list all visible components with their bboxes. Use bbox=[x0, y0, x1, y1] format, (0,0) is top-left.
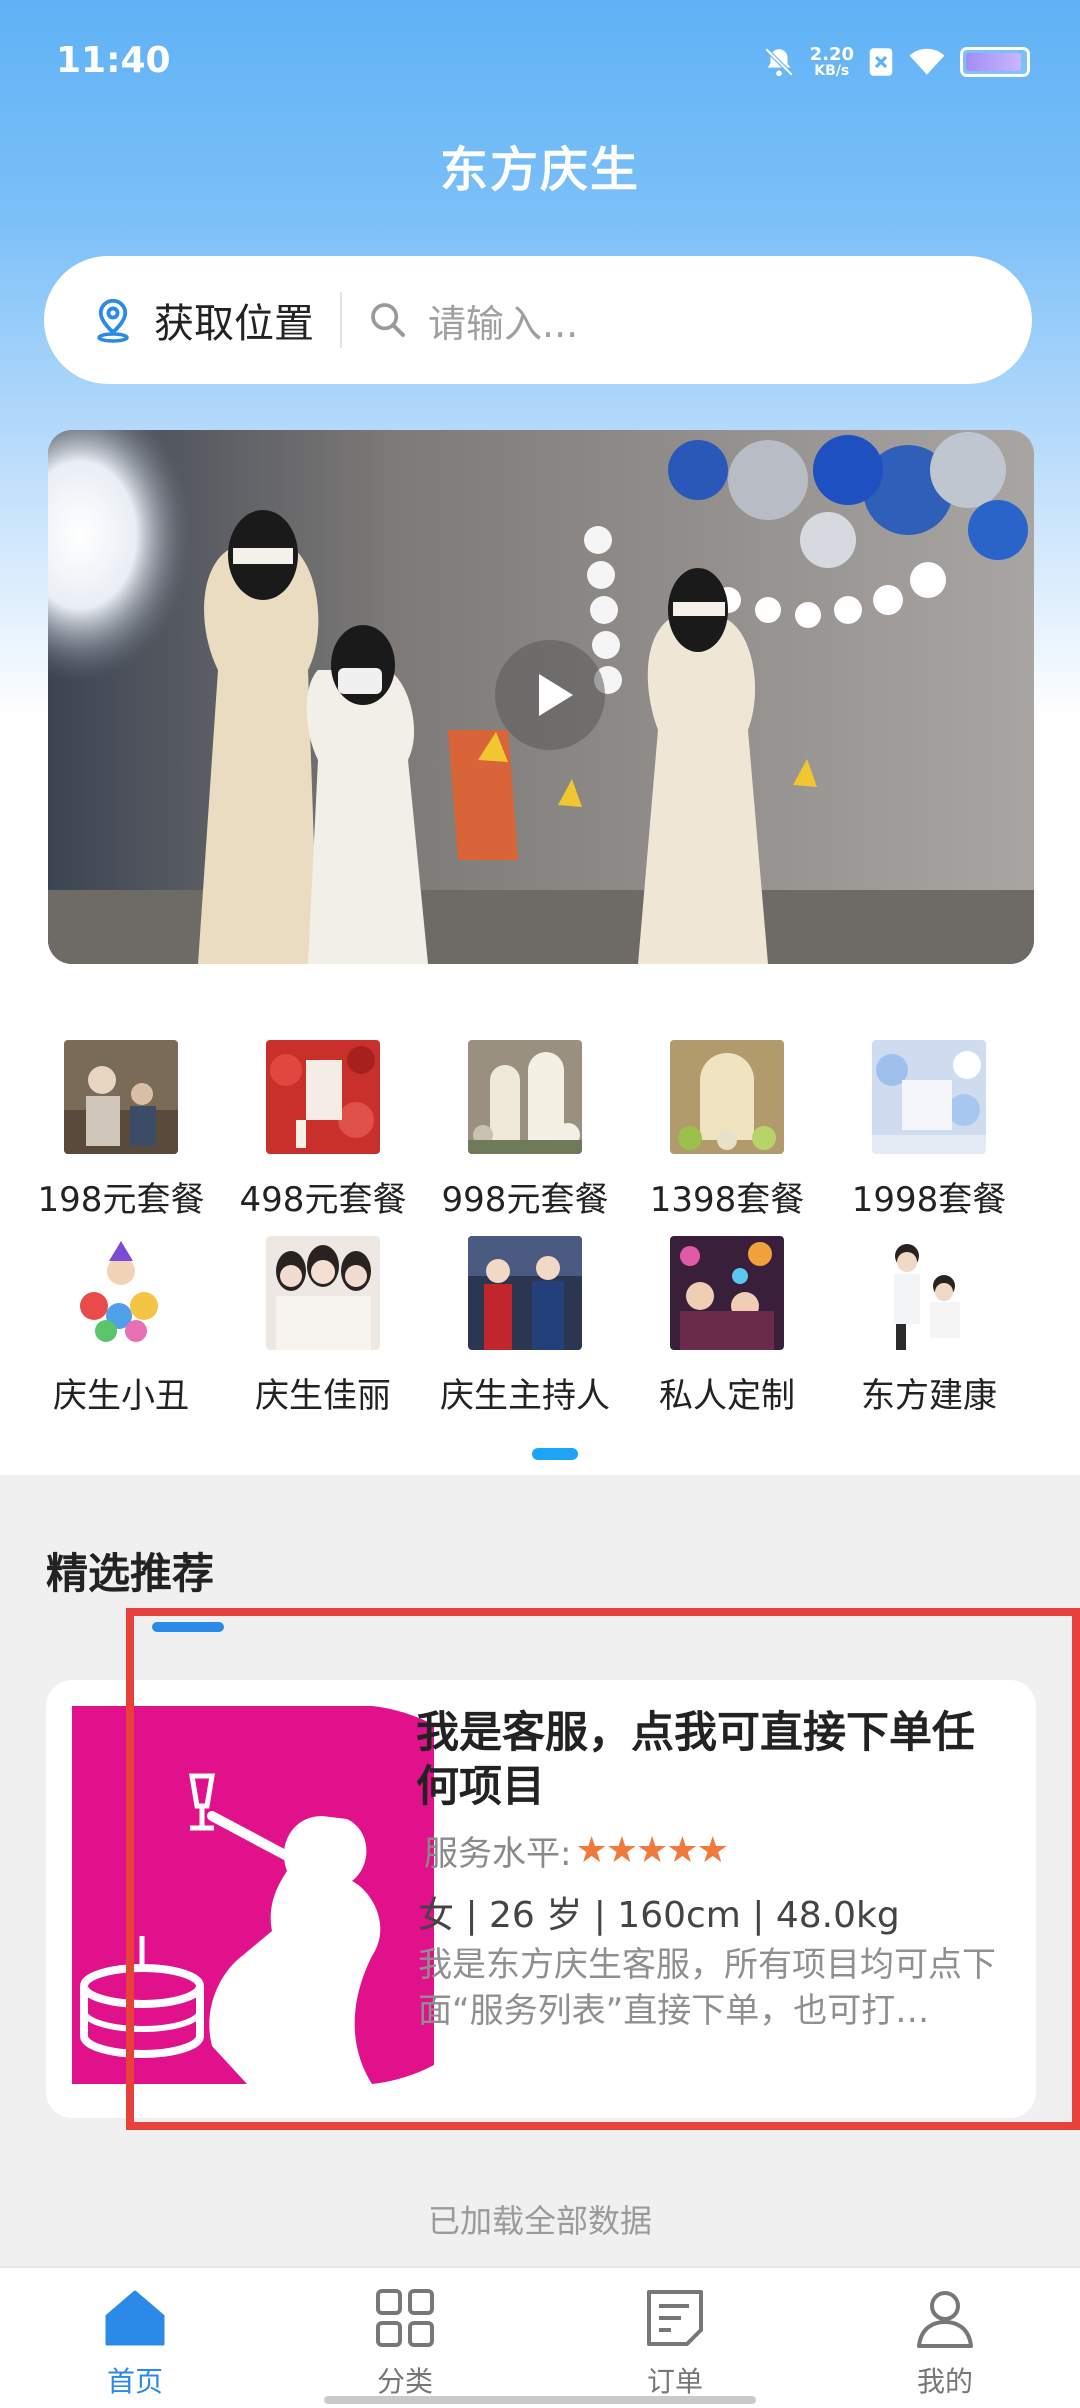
mute-icon bbox=[764, 47, 793, 77]
category-thumbnail bbox=[468, 1040, 582, 1154]
tab-label: 首页 bbox=[106, 2365, 163, 2398]
section-title: 精选推荐 bbox=[46, 1549, 215, 1598]
rating-stars: ★★★★★ bbox=[575, 1830, 728, 1871]
category-label: 1398套餐 bbox=[649, 1180, 805, 1220]
category-label: 东方建康 bbox=[861, 1376, 997, 1416]
tab-home[interactable]: 首页 bbox=[0, 2268, 270, 2408]
net-speed: 2.20 KB/s bbox=[809, 44, 854, 79]
category-item[interactable]: 庆生主持人 bbox=[424, 1236, 626, 1417]
home-indicator bbox=[324, 2396, 756, 2404]
category-thumbnail bbox=[670, 1236, 784, 1350]
rating-label: 服务水平: bbox=[424, 1834, 572, 1874]
tab-label: 我的 bbox=[916, 2365, 973, 2398]
category-thumbnail bbox=[266, 1040, 380, 1154]
category-thumbnail bbox=[468, 1236, 582, 1350]
search-input[interactable]: 请输入... bbox=[428, 293, 578, 348]
category-item[interactable]: 庆生小丑 bbox=[20, 1236, 222, 1417]
category-thumbnail bbox=[872, 1236, 986, 1350]
category-label: 198元套餐 bbox=[37, 1180, 205, 1220]
category-item[interactable]: 庆生佳丽 bbox=[222, 1236, 424, 1417]
play-icon bbox=[539, 674, 573, 716]
card-image bbox=[72, 1706, 434, 2084]
location-label: 获取位置 bbox=[154, 301, 314, 347]
grid-icon bbox=[376, 2289, 434, 2347]
search-bar: 获取位置 请输入... bbox=[44, 256, 1032, 384]
category-label: 498元套餐 bbox=[239, 1180, 407, 1220]
rating-row: 服务水平: ★★★★★ bbox=[424, 1826, 729, 1875]
load-status-text: 已加载全部数据 bbox=[427, 2202, 652, 2240]
home-icon bbox=[105, 2290, 165, 2346]
category-label: 1998套餐 bbox=[851, 1180, 1007, 1220]
wifi-icon bbox=[909, 48, 945, 75]
battery-icon bbox=[960, 47, 1030, 77]
tab-profile[interactable]: 我的 bbox=[810, 2268, 1080, 2408]
tab-underline bbox=[152, 1622, 224, 1632]
card-description: 我是东方庆生客服，所有项目均可点下面“服务列表”直接下单，也可打… bbox=[418, 1945, 996, 2031]
status-time: 11:40 bbox=[56, 40, 171, 81]
category-item[interactable]: 498元套餐 bbox=[222, 1040, 424, 1221]
status-icons: 2.20 KB/s bbox=[762, 40, 1030, 84]
page-indicator bbox=[532, 1448, 578, 1460]
search-divider bbox=[340, 292, 342, 348]
featured-card[interactable]: 我是客服，点我可直接下单任何项目 服务水平: ★★★★★ 女 | 26 岁 | … bbox=[46, 1680, 1036, 2118]
location-pin-icon bbox=[97, 298, 129, 343]
category-thumbnail bbox=[266, 1236, 380, 1350]
status-bar: 11:40 2.20 KB/s bbox=[0, 0, 1080, 120]
bottom-tab-bar: 首页 分类 订单 我的 bbox=[0, 2266, 1080, 2408]
category-label: 庆生主持人 bbox=[440, 1376, 610, 1416]
order-icon bbox=[647, 2290, 703, 2346]
tab-label: 分类 bbox=[376, 2365, 433, 2398]
sim-off-icon bbox=[869, 48, 893, 76]
user-icon bbox=[917, 2291, 973, 2348]
category-item[interactable]: 1998套餐 bbox=[828, 1040, 1030, 1221]
category-item[interactable]: 1398套餐 bbox=[626, 1040, 828, 1221]
category-label: 私人定制 bbox=[659, 1376, 795, 1416]
tab-label: 订单 bbox=[646, 2365, 703, 2398]
category-thumbnail bbox=[64, 1236, 178, 1350]
category-item[interactable]: 东方建康 bbox=[828, 1236, 1030, 1417]
category-label: 庆生小丑 bbox=[53, 1376, 189, 1416]
tab-category[interactable]: 分类 bbox=[270, 2268, 540, 2408]
card-info: 女 | 26 岁 | 160cm | 48.0kg bbox=[418, 1895, 900, 1936]
card-title: 我是客服，点我可直接下单任何项目 bbox=[416, 1708, 975, 1812]
category-item[interactable]: 私人定制 bbox=[626, 1236, 828, 1417]
tab-orders[interactable]: 订单 bbox=[540, 2268, 810, 2408]
category-thumbnail bbox=[670, 1040, 784, 1154]
play-button[interactable] bbox=[495, 640, 605, 750]
category-thumbnail bbox=[872, 1040, 986, 1154]
category-thumbnail bbox=[64, 1040, 178, 1154]
category-item[interactable]: 998元套餐 bbox=[424, 1040, 626, 1221]
banner-video[interactable] bbox=[48, 430, 1034, 964]
category-item[interactable]: 198元套餐 bbox=[20, 1040, 222, 1221]
location-button[interactable]: 获取位置 bbox=[44, 256, 314, 384]
search-icon bbox=[371, 303, 405, 337]
category-label: 庆生佳丽 bbox=[255, 1376, 391, 1416]
category-label: 998元套餐 bbox=[441, 1180, 609, 1220]
app-title: 东方庆生 bbox=[439, 142, 640, 198]
